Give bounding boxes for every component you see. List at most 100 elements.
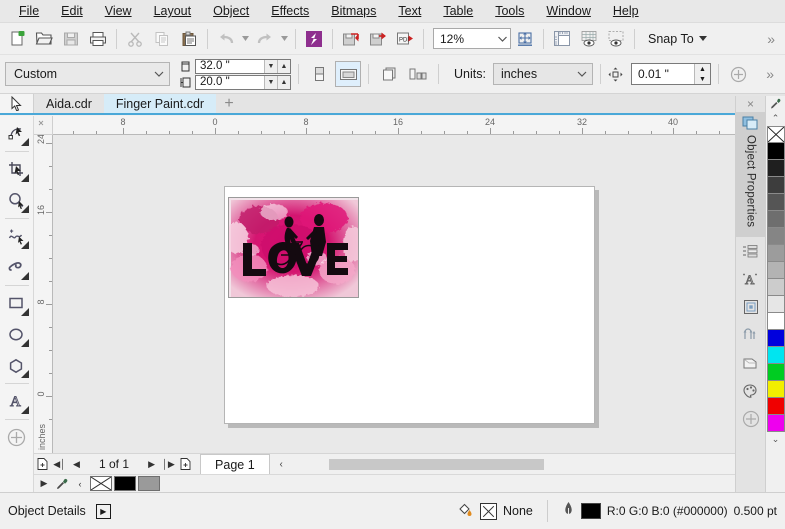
palette-swatch-black[interactable] — [766, 143, 785, 160]
nudge-spinner[interactable]: ▲ ▼ — [693, 64, 710, 84]
tool-rectangle[interactable] — [2, 288, 32, 319]
docker-object-styles[interactable] — [737, 293, 765, 321]
palette-swatch-gray-90[interactable] — [766, 160, 785, 177]
redo-button[interactable] — [252, 26, 278, 52]
horizontal-scroll-track[interactable] — [289, 458, 750, 471]
tool-freehand[interactable] — [2, 221, 32, 252]
horizontal-scroll-thumb[interactable] — [328, 458, 544, 470]
add-page-before-button[interactable] — [34, 454, 51, 474]
show-rulers-button[interactable] — [549, 26, 575, 52]
flyout-arrow[interactable] — [20, 370, 29, 378]
outline-color-swatch[interactable] — [580, 503, 601, 519]
tool-polygon[interactable] — [2, 350, 32, 381]
spin-down-icon[interactable]: ▼ — [694, 74, 710, 84]
docker-transformations[interactable] — [737, 321, 765, 349]
menu-window[interactable]: Window — [535, 1, 601, 21]
palette-swatch-gray-30[interactable] — [766, 262, 785, 279]
spin-up-icon[interactable]: ▲ — [277, 59, 290, 73]
new-document-tab-button[interactable]: + — [216, 94, 242, 113]
palette-swatch-no-color[interactable] — [766, 126, 785, 143]
undo-button[interactable] — [213, 26, 239, 52]
copy-button[interactable] — [149, 26, 175, 52]
drawing-viewport[interactable] — [53, 135, 771, 453]
last-page-button[interactable]: │▶ — [160, 454, 177, 474]
flyout-arrow[interactable] — [20, 406, 29, 414]
palette-eyedropper-button[interactable] — [766, 96, 785, 111]
spin-down-icon[interactable]: ▼ — [264, 59, 277, 73]
flyout-arrow[interactable] — [20, 339, 29, 347]
spin-up-icon[interactable]: ▲ — [694, 64, 710, 74]
menu-object[interactable]: Object — [202, 1, 260, 21]
ruler-origin-button[interactable] — [34, 116, 53, 135]
palette-swatch-cyan[interactable] — [766, 347, 785, 364]
open-button[interactable] — [31, 26, 57, 52]
menu-tools[interactable]: Tools — [484, 1, 535, 21]
portrait-button[interactable] — [306, 61, 332, 87]
flyout-arrow[interactable] — [20, 138, 29, 146]
document-tab-aida[interactable]: Aida.cdr — [34, 94, 104, 113]
tool-shape[interactable] — [2, 118, 32, 149]
flyout-arrow[interactable] — [20, 205, 29, 213]
tool-crop[interactable] — [2, 154, 32, 185]
import-button[interactable] — [338, 26, 364, 52]
add-property-button[interactable] — [726, 61, 752, 87]
vertical-ruler[interactable]: 24 16 8 0 inches — [34, 135, 53, 453]
palette-scroll-left-button[interactable]: ‹ — [72, 479, 88, 489]
palette-swatch-gray-50[interactable] — [766, 228, 785, 245]
tool-zoom[interactable] — [2, 185, 32, 216]
palette-play-button[interactable]: ▶ — [36, 478, 52, 489]
flyout-arrow[interactable] — [20, 272, 29, 280]
menu-bitmaps[interactable]: Bitmaps — [320, 1, 387, 21]
spin-up-icon[interactable]: ▲ — [277, 75, 290, 89]
palette-swatch-white[interactable] — [766, 313, 785, 330]
flyout-arrow[interactable] — [20, 174, 29, 182]
artwork-object[interactable] — [228, 197, 359, 298]
export-pdf-button[interactable]: PDF — [392, 26, 418, 52]
tool-add-button[interactable] — [2, 422, 32, 453]
palette-swatch-green[interactable] — [766, 364, 785, 381]
zoom-level-combo[interactable]: 12% — [433, 28, 511, 49]
undo-dropdown[interactable] — [240, 26, 251, 52]
show-grid-button[interactable] — [576, 26, 602, 52]
object-details-expand-button[interactable]: ▶ — [95, 503, 111, 519]
current-page-button[interactable] — [405, 61, 431, 87]
docker-add-button[interactable] — [737, 405, 765, 433]
docker-color-styles[interactable] — [737, 377, 765, 405]
all-pages-button[interactable] — [376, 61, 402, 87]
palette-swatch-magenta[interactable] — [766, 415, 785, 432]
nudge-distance-field[interactable]: 0.01 " ▲ ▼ — [630, 63, 711, 85]
page-size-combo[interactable]: Custom — [5, 62, 170, 86]
palette-swatch-gray-60[interactable] — [766, 211, 785, 228]
menu-effects[interactable]: Effects — [260, 1, 320, 21]
page-width-spinner[interactable]: ▼ ▲ — [264, 59, 290, 73]
cut-button[interactable] — [122, 26, 148, 52]
docker-effects[interactable] — [737, 349, 765, 377]
palette-swatch-gray-20[interactable] — [766, 279, 785, 296]
page-height-field[interactable]: 20.0 " ▼ ▲ — [195, 74, 291, 90]
menu-table[interactable]: Table — [432, 1, 484, 21]
first-page-button[interactable]: ◀│ — [51, 454, 68, 474]
search-content-button[interactable] — [301, 26, 327, 52]
property-overflow-button[interactable]: » — [760, 66, 780, 82]
flyout-arrow[interactable] — [20, 241, 29, 249]
palette-swatch-gray-10[interactable] — [766, 296, 785, 313]
paste-button[interactable] — [176, 26, 202, 52]
save-button[interactable] — [58, 26, 84, 52]
units-combo[interactable]: inches — [492, 63, 593, 85]
palette-swatch-gray-80[interactable] — [766, 177, 785, 194]
palette-swatch-gray-70[interactable] — [766, 194, 785, 211]
new-document-button[interactable] — [4, 26, 30, 52]
palette-swatch-blue[interactable] — [766, 330, 785, 347]
docker-text-properties[interactable]: A — [737, 265, 765, 293]
palette-swatch-gray-40[interactable] — [766, 245, 785, 262]
landscape-button[interactable] — [335, 61, 361, 87]
docker-object-manager[interactable] — [737, 237, 765, 265]
show-guidelines-button[interactable] — [603, 26, 629, 52]
page-width-field[interactable]: 32.0 " ▼ ▲ — [195, 58, 291, 74]
palette-scroll-up-button[interactable]: ⌃ — [766, 111, 785, 126]
snap-to-dropdown[interactable]: Snap To — [640, 32, 715, 46]
zoom-to-fit-button[interactable] — [512, 26, 538, 52]
palette-scroll-down-button[interactable]: ⌄ — [766, 432, 785, 447]
menu-view[interactable]: View — [94, 1, 143, 21]
palette-swatch-red[interactable] — [766, 398, 785, 415]
